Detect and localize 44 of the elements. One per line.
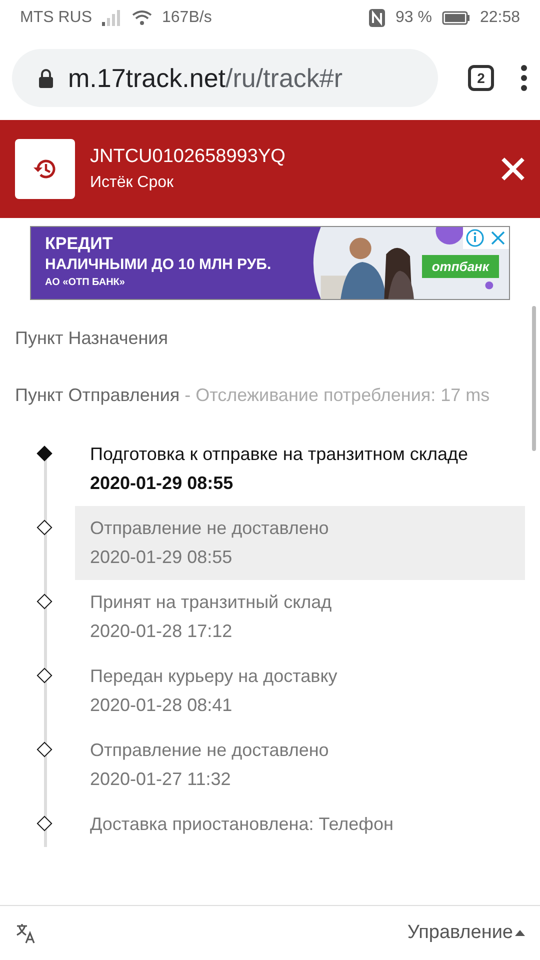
event-title: Доставка приостановлена: Телефон <box>90 813 394 836</box>
lock-icon <box>38 68 54 88</box>
caret-icon <box>515 930 525 936</box>
history-icon <box>32 157 58 181</box>
tracking-number: JNTCU0102658993YQ <box>90 146 286 168</box>
event-title: Подготовка к отправке на транзитном складе <box>90 443 470 466</box>
signal-icon <box>102 10 122 26</box>
ad-subheadline: НАЛИЧНЫМИ ДО 10 МЛН РУБ. <box>45 255 272 275</box>
url-text: m.17track.net/ru/track#r <box>68 62 343 94</box>
timeline-event[interactable]: Передан курьеру на доставку 2020-01-28 08:41 <box>75 654 525 728</box>
timeline-event[interactable]: Доставка приостановлена: Телефон <box>75 802 525 847</box>
carrier-name: MTS RUS <box>20 9 92 27</box>
origin-label: Пункт Отправления - Отслеживание потребления: 17 ms <box>15 384 491 407</box>
ad-company: АО «ОТП БАНК» <box>45 276 126 290</box>
network-speed: 167B/s <box>162 9 212 27</box>
destination-label: Пункт Назначения <box>15 327 169 350</box>
tab-count-button[interactable]: 2 <box>468 65 494 91</box>
clock-time: 22:58 <box>480 9 520 27</box>
event-title: Принят на транзитный склад <box>90 591 333 614</box>
timeline-event[interactable]: Принят на транзитный склад 2020-01-28 17:12 <box>75 580 525 654</box>
event-time: 2020-01-29 08:55 <box>90 546 234 569</box>
event-time: 2020-01-28 17:12 <box>90 620 234 643</box>
event-time: 2020-01-28 08:41 <box>90 694 234 717</box>
translate-icon[interactable] <box>15 922 37 944</box>
ad-banner[interactable]: КРЕДИТ НАЛИЧНЫМИ ДО 10 МЛН РУБ. АО «ОТП БАНК» отпбанк <box>30 226 510 300</box>
event-time: 2020-01-27 11:32 <box>90 768 232 791</box>
nfc-icon <box>369 9 386 27</box>
ad-brand-logo: отпбанк <box>422 255 499 278</box>
address-bar[interactable]: m.17track.net/ru/track#r <box>12 49 438 107</box>
ad-headline: КРЕДИТ <box>45 233 114 255</box>
manage-menu-button[interactable]: Управление <box>407 922 525 944</box>
event-time: 2020-01-29 08:55 <box>90 472 234 495</box>
more-menu-icon[interactable] <box>520 65 528 91</box>
event-title: Отправление не доставлено <box>90 739 330 762</box>
timeline-event[interactable]: Подготовка к отправке на транзитном складе 2020-01-29 08:55 <box>75 432 525 506</box>
timeline-event[interactable]: Отправление не доставлено 2020-01-27 11:32 <box>75 728 525 802</box>
battery-icon <box>442 11 470 25</box>
info-icon[interactable] <box>463 227 487 249</box>
close-icon[interactable] <box>501 157 525 181</box>
battery-percent: 93 % <box>395 9 432 27</box>
event-title: Отправление не доставлено <box>90 517 330 540</box>
wifi-icon <box>132 10 152 26</box>
event-title: Передан курьеру на доставку <box>90 665 338 688</box>
tracking-status: Истёк Срок <box>90 174 175 192</box>
